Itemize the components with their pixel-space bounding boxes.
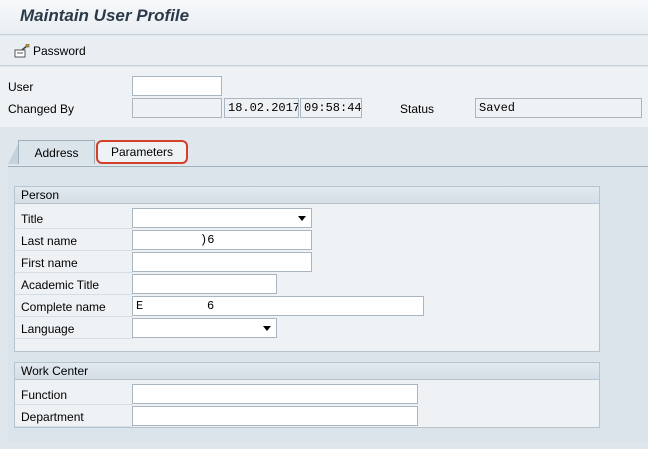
title-label: Title [15,209,133,229]
chevron-down-icon [298,216,306,221]
function-field[interactable] [132,384,418,404]
first-name-label: First name [15,253,133,273]
status-label: Status [400,102,435,116]
tab-address[interactable]: Address [18,140,95,164]
tab-parameters[interactable]: Parameters [96,140,188,164]
password-icon [14,44,30,58]
complete-name-value: 6 [207,299,215,313]
department-field[interactable] [132,406,418,426]
status-field: Saved [475,98,642,118]
tab-strip: Address Parameters [0,140,648,166]
password-button[interactable]: Password [14,42,86,60]
work-center-group-title: Work Center [15,363,599,380]
header-area [0,67,648,127]
changed-by-field [132,98,222,118]
complete-name-prefix: E [136,299,144,313]
last-name-field[interactable]: )6 [132,230,312,250]
last-name-label: Last name [15,231,133,251]
first-name-field[interactable] [132,252,312,272]
password-button-label: Password [33,44,86,58]
department-label: Department [15,407,133,427]
academic-title-label: Academic Title [15,275,133,295]
title-bar: Maintain User Profile [0,0,648,35]
changed-time-field: 09:58:44 [300,98,362,118]
last-name-value: )6 [200,233,215,247]
complete-name-label: Complete name [15,297,133,317]
changed-by-label: Changed By [8,102,75,116]
function-label: Function [15,385,133,405]
language-label: Language [15,319,133,339]
chevron-down-icon [263,326,271,331]
user-label: User [8,80,34,94]
title-dropdown[interactable] [132,208,312,228]
page-title: Maintain User Profile [20,6,190,25]
language-dropdown[interactable] [132,318,277,338]
application-toolbar: Password [0,36,648,66]
changed-date-field: 18.02.2017 [224,98,299,118]
complete-name-field[interactable]: E 6 [132,296,424,316]
user-field[interactable] [132,76,222,96]
person-group-title: Person [15,187,599,204]
bottom-strip [0,442,648,449]
academic-title-field[interactable] [132,274,277,294]
